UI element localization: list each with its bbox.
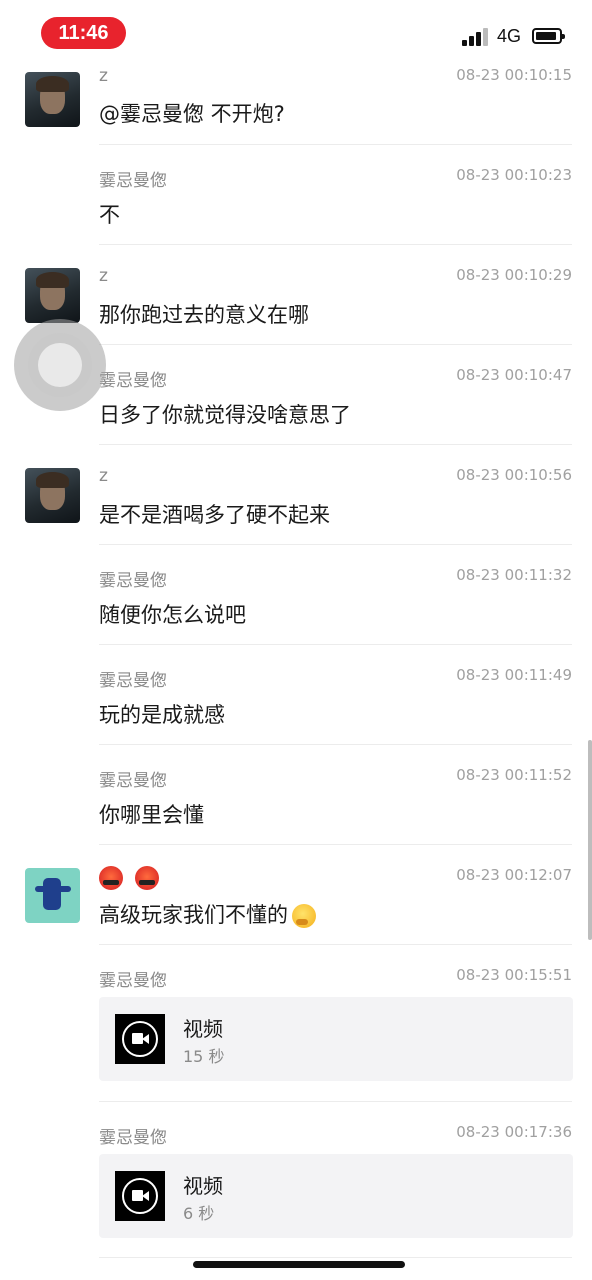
sender-name: z — [99, 66, 108, 86]
message-text: 高级玩家我们不懂的 — [99, 903, 288, 927]
message-item[interactable]: z 08-23 00:10:15 @霎忌曼偬 不开炮? — [0, 64, 592, 145]
avatar[interactable] — [25, 468, 80, 523]
thinking-face-icon — [292, 904, 316, 928]
video-title: 视频 — [183, 1174, 223, 1198]
avatar[interactable] — [25, 268, 80, 323]
angry-face-icon — [99, 866, 123, 890]
timestamp: 08-23 00:11:49 — [456, 666, 572, 684]
status-bar: 11:46 4G — [0, 0, 592, 64]
video-icon — [115, 1171, 165, 1221]
sender-name: 霎忌曼偬 — [99, 771, 167, 791]
timestamp: 08-23 00:10:47 — [456, 366, 572, 384]
home-indicator[interactable] — [193, 1261, 405, 1268]
timestamp: 08-23 00:10:56 — [456, 466, 572, 484]
timestamp: 08-23 00:10:29 — [456, 266, 572, 284]
video-card[interactable]: 视频 15 秒 — [99, 997, 573, 1081]
timestamp: 08-23 00:15:51 — [456, 966, 572, 984]
angry-face-icon — [135, 866, 159, 890]
sender-name: 霎忌曼偬 — [99, 1128, 167, 1148]
status-time[interactable]: 11:46 — [41, 17, 126, 49]
message-item[interactable]: 霎忌曼偬 08-23 00:11:49 玩的是成就感 — [0, 645, 592, 745]
message-item[interactable]: 霎忌曼偬 08-23 00:17:36 视频 6 秒 — [0, 1102, 592, 1259]
video-title: 视频 — [183, 1017, 223, 1041]
video-duration: 6 秒 — [183, 1204, 215, 1223]
message-text: @霎忌曼偬 不开炮? — [99, 102, 285, 126]
network-label: 4G — [497, 26, 522, 46]
timestamp: 08-23 00:11:32 — [456, 566, 572, 584]
sender-name: 霎忌曼偬 — [99, 171, 167, 191]
assistive-touch-button[interactable] — [14, 319, 106, 411]
sender-name: 霎忌曼偬 — [99, 571, 167, 591]
message-text: 你哪里会懂 — [99, 803, 204, 827]
signal-icon — [462, 28, 490, 46]
message-text-row: 高级玩家我们不懂的 — [99, 899, 316, 929]
message-text: 那你跑过去的意义在哪 — [99, 303, 309, 327]
message-item[interactable]: z 08-23 00:10:56 是不是酒喝多了硬不起来 — [0, 445, 592, 545]
message-text: 随便你怎么说吧 — [99, 603, 246, 627]
message-text: 是不是酒喝多了硬不起来 — [99, 503, 330, 527]
video-icon — [115, 1014, 165, 1064]
message-item[interactable]: 霎忌曼偬 08-23 00:15:51 视频 15 秒 — [0, 945, 592, 1102]
message-item[interactable]: 霎忌曼偬 08-23 00:10:23 不 — [0, 145, 592, 245]
scrollbar[interactable] — [588, 740, 592, 940]
timestamp: 08-23 00:10:15 — [456, 66, 572, 84]
timestamp: 08-23 00:11:52 — [456, 766, 572, 784]
message-text: 不 — [99, 203, 120, 227]
sender-name: 霎忌曼偬 — [99, 371, 167, 391]
video-duration: 15 秒 — [183, 1047, 225, 1066]
message-item[interactable]: 08-23 00:12:07 高级玩家我们不懂的 — [0, 845, 592, 945]
sender-name: z — [99, 466, 108, 486]
divider — [99, 1257, 572, 1258]
timestamp: 08-23 00:17:36 — [456, 1123, 572, 1141]
sender-name — [99, 866, 171, 890]
sender-name: 霎忌曼偬 — [99, 671, 167, 691]
timestamp: 08-23 00:10:23 — [456, 166, 572, 184]
message-text: 日多了你就觉得没啥意思了 — [99, 403, 351, 427]
message-text: 玩的是成就感 — [99, 703, 225, 727]
video-card[interactable]: 视频 6 秒 — [99, 1154, 573, 1238]
timestamp: 08-23 00:12:07 — [456, 866, 572, 884]
avatar[interactable] — [25, 72, 80, 127]
sender-name: z — [99, 266, 108, 286]
avatar[interactable] — [25, 868, 80, 923]
sender-name: 霎忌曼偬 — [99, 971, 167, 991]
message-item[interactable]: 霎忌曼偬 08-23 00:11:32 随便你怎么说吧 — [0, 545, 592, 645]
battery-icon — [532, 28, 565, 44]
message-item[interactable]: 霎忌曼偬 08-23 00:11:52 你哪里会懂 — [0, 745, 592, 845]
